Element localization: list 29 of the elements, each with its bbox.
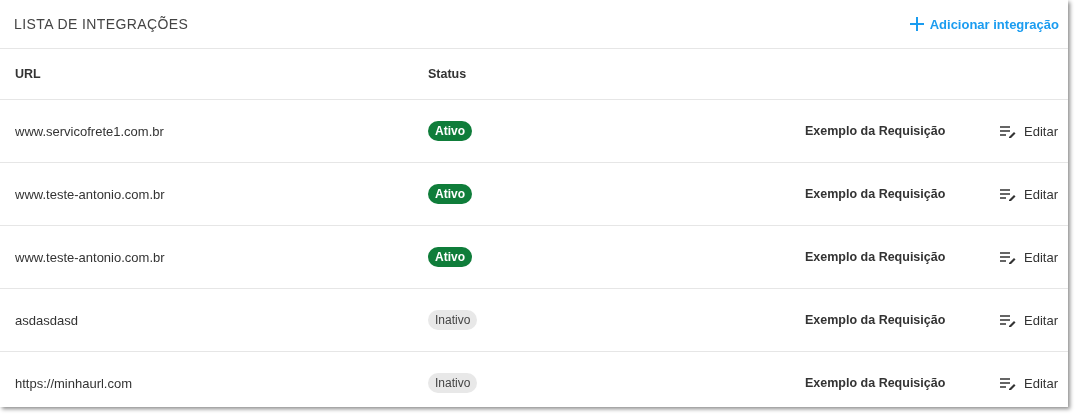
request-example-button[interactable]: Exemplo da Requisição <box>805 313 946 327</box>
edit-button[interactable]: Editar <box>1000 123 1058 139</box>
edit-button[interactable]: Editar <box>1000 375 1058 391</box>
list-title: LISTA DE INTEGRAÇÕES <box>14 16 189 32</box>
request-example-button[interactable]: Exemplo da Requisição <box>805 187 946 201</box>
status-badge: Ativo <box>428 247 472 267</box>
url-cell-text: asdasdasd <box>15 312 79 328</box>
column-header: URL <box>15 67 42 81</box>
edit-list-icon <box>1000 250 1017 264</box>
url-cell-text: https://minhaurl.com <box>15 375 134 391</box>
edit-button[interactable]: Editar <box>1000 186 1058 202</box>
request-example-button[interactable]: Exemplo da Requisição <box>805 376 946 390</box>
status-badge: Ativo <box>428 121 472 141</box>
edit-button[interactable]: Editar <box>1000 312 1058 328</box>
status-badge: Inativo <box>428 373 478 393</box>
edit-list-icon <box>1000 376 1017 390</box>
edit-list-icon <box>1000 124 1017 138</box>
status-badge: Ativo <box>428 184 472 204</box>
plus-icon <box>909 17 924 31</box>
url-cell-text: www.teste-antonio.com.br <box>15 186 166 202</box>
status-badge: Inativo <box>428 310 478 330</box>
url-cell-text: www.servicofrete1.com.br <box>15 123 165 139</box>
edit-button[interactable]: Editar <box>1000 249 1058 265</box>
edit-list-icon <box>1000 187 1017 201</box>
url-cell-text: www.teste-antonio.com.br <box>15 249 166 265</box>
request-example-button[interactable]: Exemplo da Requisição <box>805 124 946 138</box>
request-example-button[interactable]: Exemplo da Requisição <box>805 250 946 264</box>
edit-list-icon <box>1000 313 1017 327</box>
column-header: Status <box>428 67 468 81</box>
